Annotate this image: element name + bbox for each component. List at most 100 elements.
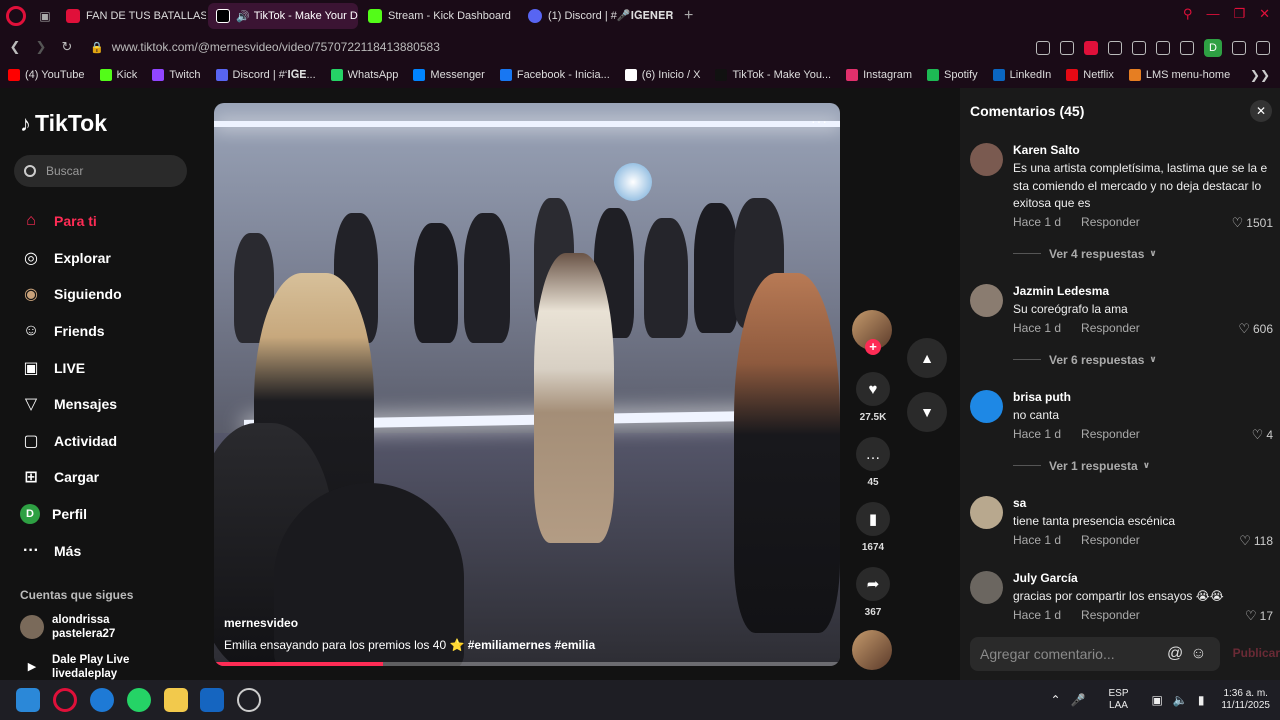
tiktok-logo[interactable]: ♪ TikTok [20,110,107,137]
sidebar-item-mensajes[interactable]: ▽ Mensajes [20,386,122,423]
windows-start-icon[interactable] [16,688,40,712]
search-input[interactable] [46,164,166,178]
heart-outline-icon[interactable]: ♡ [1245,608,1257,623]
reload-button[interactable]: ↻ [56,39,78,55]
bookmark-item[interactable]: Instagram [846,69,912,81]
edge-taskbar-icon[interactable] [90,688,114,712]
follow-plus-button[interactable]: + [865,339,881,355]
bookmark-item[interactable]: Discord | #‘𝐈𝐆𝐄... [215,69,316,82]
view-replies-button[interactable]: Ver 4 respuestas ∨ [1013,247,1157,261]
tab-kick-dashboard[interactable]: Stream - Kick Dashboard [360,3,518,29]
comment-input-box[interactable]: @ ☺ [970,637,1220,671]
video-player[interactable]: ··· mernesvideo Emilia ensayando para lo… [214,103,840,666]
comment-like[interactable]: ♡ 17 [1245,608,1273,624]
sidebar-item-friends[interactable]: ☺ Friends [20,313,122,350]
network-icon[interactable]: ▣ [1152,693,1163,707]
sidebar-item-cargar[interactable]: ⊞ Cargar [20,459,122,496]
url-field[interactable]: www.tiktok.com/@mernesvideo/video/757072… [112,40,440,54]
bookmark-item[interactable]: Netflix [1066,69,1114,81]
following-account[interactable]: alondrissa pastelera27 [20,613,115,641]
sidebar-item-ms[interactable]: ··· Más [20,532,122,569]
search-box[interactable] [14,155,187,187]
comment-like[interactable]: ♡ 606 [1238,321,1273,337]
bookmarks-overflow-icon[interactable]: ❯❯ [1250,68,1270,82]
opera-logo-icon[interactable] [6,6,26,26]
share-action[interactable]: ➦ 367 [852,567,894,618]
video-more-button[interactable]: ··· [811,113,828,129]
profile-avatar[interactable]: D [1204,39,1222,57]
emoji-icon[interactable]: ☺ [1190,645,1206,663]
tab-tiktok[interactable]: 🔊 TikTok - Make Your D [208,3,358,29]
play-icon[interactable] [1132,41,1146,55]
comment-author[interactable]: sa [1013,496,1026,510]
bookmark-item[interactable]: Twitch [152,69,201,81]
sidebar-item-perfil[interactable]: D Perfil [20,496,122,533]
maximize-button[interactable]: ❐ [1233,6,1245,22]
bookmark-item[interactable]: WhatsApp [330,69,398,81]
reply-button[interactable]: Responder [1081,608,1140,622]
comment-input[interactable] [980,646,1160,662]
bookmark-item[interactable]: LinkedIn [992,69,1051,81]
mail-taskbar-icon[interactable] [200,688,224,712]
view-replies-button[interactable]: Ver 1 respuesta ∨ [1013,459,1150,473]
adblock-shield-icon[interactable] [1084,41,1098,55]
audio-icon[interactable]: 🔊 [236,10,250,23]
video-author[interactable]: mernesvideo [224,616,298,630]
comment-like[interactable]: ♡ 1501 [1232,215,1273,231]
download-icon[interactable] [1232,41,1246,55]
screenshot-icon[interactable] [1060,41,1074,55]
comment-action[interactable]: … 45 [852,437,894,488]
heart-outline-icon[interactable]: ♡ [1232,215,1244,230]
bookmark-item[interactable]: (6) Inicio / X [624,69,700,81]
comment-like[interactable]: ♡ 4 [1252,427,1273,443]
sidebar-item-siguiendo[interactable]: ◉ Siguiendo [20,276,122,313]
previous-video-button[interactable]: ▲ [907,338,947,378]
battery-icon[interactable]: ▮ [1198,693,1205,707]
comment-like[interactable]: ♡ 118 [1239,533,1273,549]
hashtag-link[interactable]: #emilia [554,638,595,652]
sidebar-item-parati[interactable]: ⌂ Para ti [20,203,122,240]
menu-icon[interactable] [1256,41,1270,55]
bookmark-item[interactable]: Kick [99,69,137,81]
bookmark-item[interactable]: LMS menu-home [1128,69,1230,81]
video-progress-bar[interactable] [214,662,840,666]
new-tab-button[interactable]: + [684,7,693,25]
translate-icon[interactable] [1108,41,1122,55]
sidebar-item-explorar[interactable]: ◎ Explorar [20,240,122,277]
reply-button[interactable]: Responder [1081,533,1140,547]
view-replies-button[interactable]: Ver 6 respuestas ∨ [1013,353,1157,367]
tab-fan-de-tus-batallas[interactable]: FAN DE TUS BATALLAS - [58,3,206,29]
bookmark-item[interactable]: Messenger [413,69,485,81]
reply-button[interactable]: Responder [1081,321,1140,335]
comment-author[interactable]: Karen Salto [1013,143,1080,157]
close-icon[interactable]: ✕ [1250,100,1272,122]
comment-icon[interactable]: … [856,437,890,471]
search-tabs-icon[interactable]: ⚲ [1183,6,1193,22]
following-account[interactable]: ▶ Dale Play Live livedaleplay [20,653,130,681]
avatar[interactable] [970,496,1003,529]
share-icon[interactable]: ➦ [856,567,890,601]
comment-author[interactable]: brisa puth [1013,390,1071,404]
workspaces-icon[interactable]: ▣ [36,7,54,25]
back-button[interactable]: ❮ [4,39,26,55]
minimize-button[interactable]: — [1206,6,1219,22]
post-button[interactable]: Publicar [1233,646,1280,660]
language-indicator[interactable]: ESP LAA [1109,688,1129,712]
clock[interactable]: 1:36 a. m. 11/11/2025 [1221,688,1270,712]
avatar[interactable] [970,571,1003,604]
comment-author[interactable]: July García [1013,571,1078,585]
heart-outline-icon[interactable]: ♡ [1239,533,1251,548]
avatar[interactable] [970,143,1003,176]
music-disc-avatar[interactable] [852,630,892,670]
hashtag-link[interactable]: #emiliamernes [468,638,551,652]
bookmark-item[interactable]: Facebook - Inicia... [499,69,610,81]
bookmark-icon[interactable]: ▮ [856,502,890,536]
lock-icon[interactable]: 🔒 [90,41,104,54]
bookmark-item[interactable]: Spotify [927,69,978,81]
whatsapp-taskbar-icon[interactable] [127,688,151,712]
microphone-icon[interactable]: 🎤 [1071,693,1086,707]
sidebar-item-live[interactable]: ▣ LIVE [20,349,122,386]
heart-outline-icon[interactable]: ♡ [1238,321,1250,336]
reply-button[interactable]: Responder [1081,427,1140,441]
comment-author[interactable]: Jazmin Ledesma [1013,284,1109,298]
